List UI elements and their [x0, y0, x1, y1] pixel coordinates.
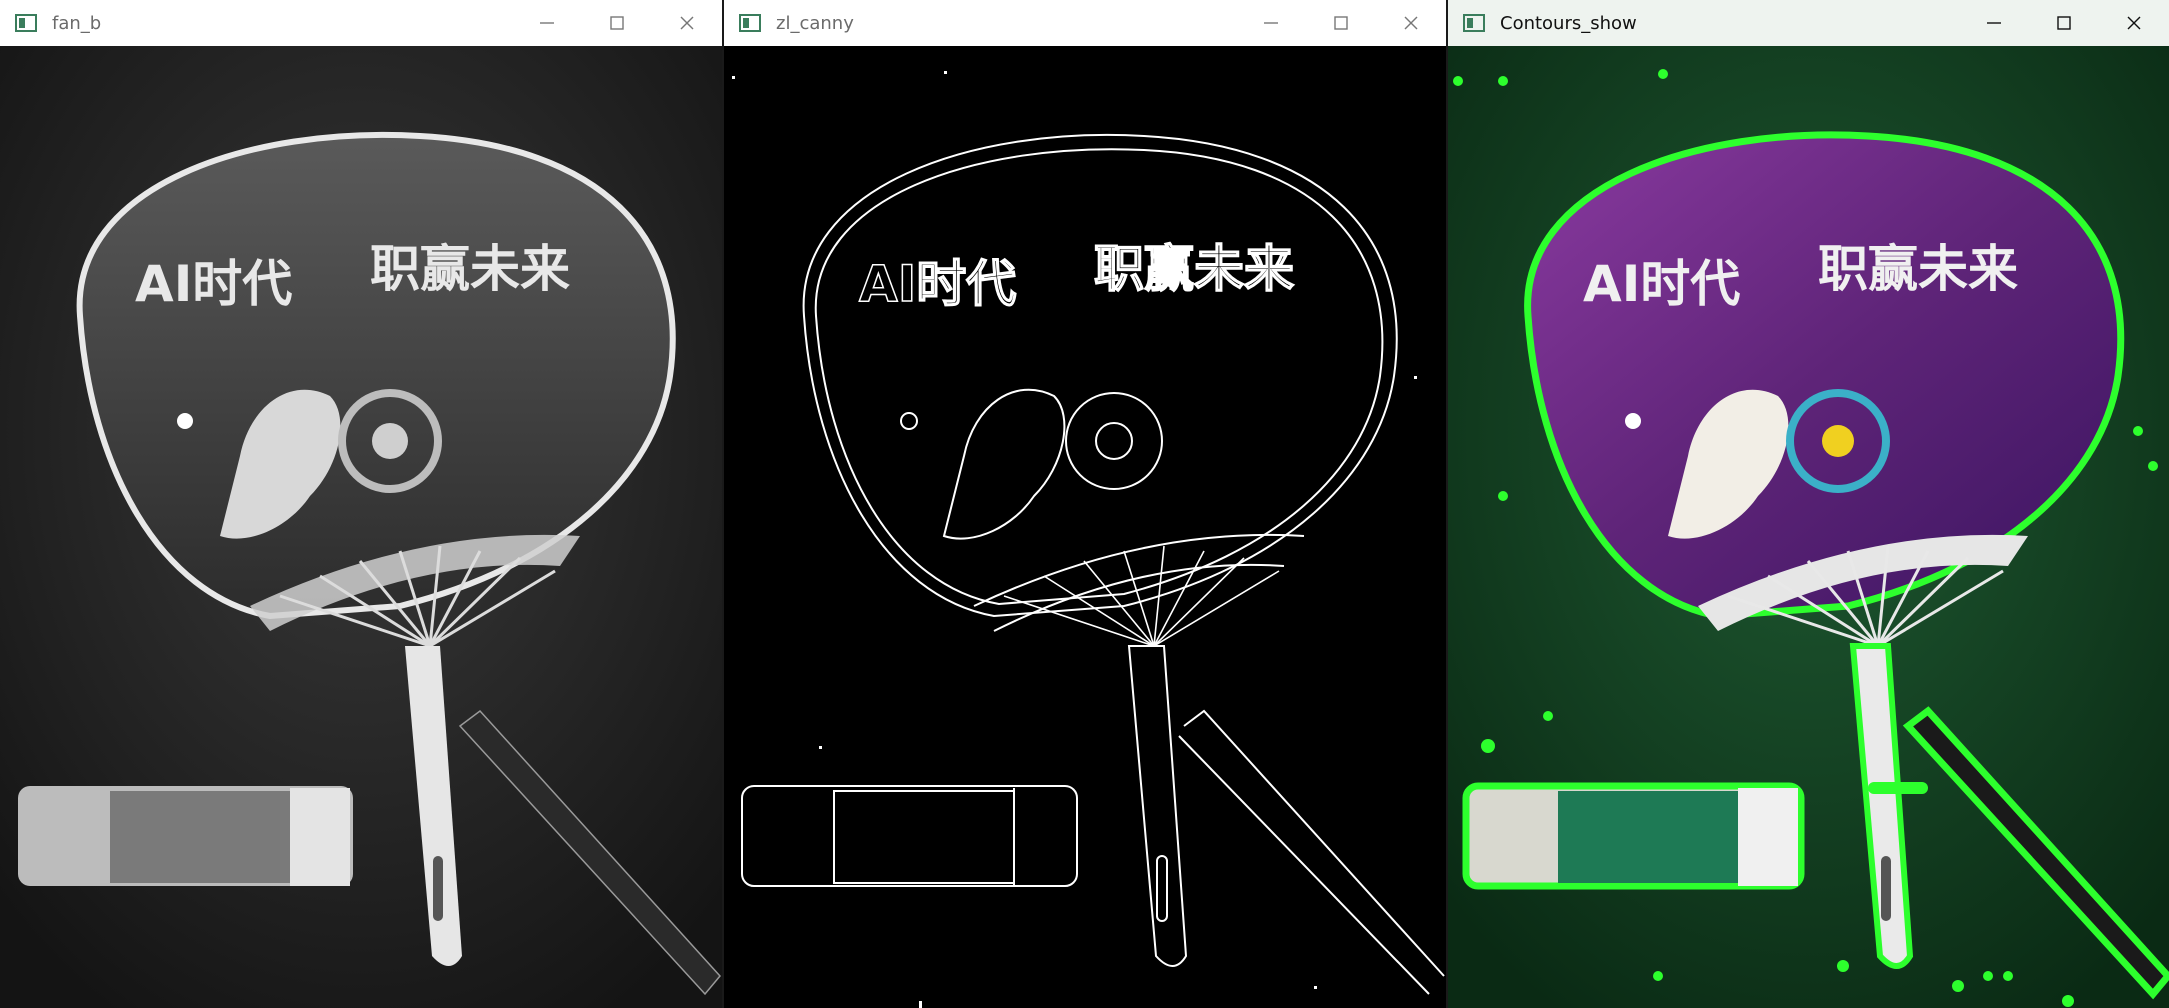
- close-button[interactable]: [652, 0, 722, 46]
- canny-edge-image: AI时代 职赢未来: [724, 46, 1446, 1008]
- maximize-button[interactable]: [582, 0, 652, 46]
- image-canvas[interactable]: AI时代 职赢未来: [0, 46, 722, 1008]
- fan-slogan-left: AI时代: [859, 255, 1016, 313]
- image-canvas[interactable]: AI时代 职赢未来: [1448, 46, 2169, 1008]
- minimize-button[interactable]: [512, 0, 582, 46]
- contours-image: AI时代 职赢未来: [1448, 46, 2169, 1008]
- close-icon: [2127, 16, 2141, 30]
- window-title: Contours_show: [1500, 12, 1637, 34]
- close-button[interactable]: [1376, 0, 1446, 46]
- minimize-button[interactable]: [1236, 0, 1306, 46]
- maximize-button[interactable]: [2029, 0, 2099, 46]
- window-zl-canny: zl_canny AI时代 职赢未来: [724, 0, 1446, 1008]
- maximize-button[interactable]: [1306, 0, 1376, 46]
- close-icon: [680, 16, 694, 30]
- app-icon: [739, 14, 761, 32]
- close-icon: [1404, 16, 1418, 30]
- fan-slogan-right: 职赢未来: [1818, 240, 2018, 298]
- image-canvas[interactable]: AI时代 职赢未来: [724, 46, 1446, 1008]
- close-button[interactable]: [2099, 0, 2169, 46]
- window-title: zl_canny: [776, 12, 854, 34]
- window-title: fan_b: [52, 12, 102, 34]
- title-bar[interactable]: zl_canny: [724, 0, 1446, 46]
- maximize-icon: [610, 16, 624, 30]
- minimize-icon: [1987, 22, 2001, 24]
- window-fan-b: fan_b AI时代 职赢未来: [0, 0, 722, 1008]
- fan-slogan-left: AI时代: [1583, 255, 1740, 313]
- minimize-button[interactable]: [1959, 0, 2029, 46]
- title-bar[interactable]: Contours_show: [1448, 0, 2169, 46]
- app-icon: [1463, 14, 1485, 32]
- app-icon: [15, 14, 37, 32]
- fan-b-image: AI时代 职赢未来: [0, 46, 722, 1008]
- fan-slogan-left: AI时代: [135, 255, 292, 313]
- maximize-icon: [1334, 16, 1348, 30]
- fan-slogan-right: 职赢未来: [370, 240, 570, 298]
- fan-slogan-right: 职赢未来: [1094, 240, 1294, 298]
- minimize-icon: [540, 22, 554, 24]
- minimize-icon: [1264, 22, 1278, 24]
- title-bar[interactable]: fan_b: [0, 0, 722, 46]
- window-contours-show: Contours_show AI时代 职赢未来: [1448, 0, 2169, 1008]
- maximize-icon: [2057, 16, 2071, 30]
